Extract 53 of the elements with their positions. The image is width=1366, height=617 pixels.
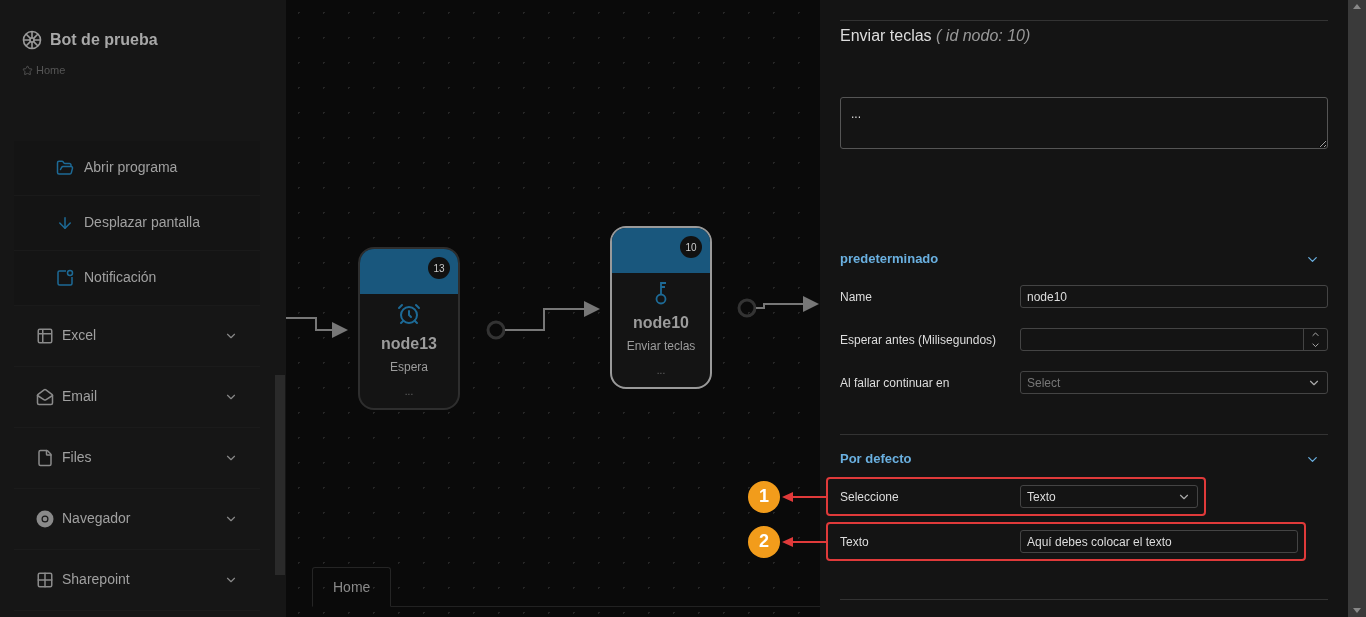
submenu-item[interactable]: Notificación	[14, 250, 260, 306]
tab[interactable]: Home	[312, 567, 392, 607]
field-label: Name	[840, 288, 873, 306]
alarm-clock-icon	[397, 302, 421, 326]
connector	[755, 296, 819, 312]
menu-category[interactable]: Sharepoint	[14, 549, 260, 611]
browser-icon	[36, 509, 54, 528]
field-label: Seleccione	[840, 488, 900, 506]
node-subtitle: Enviar teclas	[625, 338, 697, 355]
node-badge: 13	[428, 257, 450, 279]
submenu-item[interactable]: Desplazar pantalla	[14, 195, 260, 251]
field-label: Al fallar continuar en	[840, 374, 951, 392]
key-icon	[654, 281, 668, 305]
select-field[interactable]: Texto	[1020, 485, 1198, 508]
node-subtitle: Espera	[389, 359, 429, 376]
star-icon	[22, 64, 33, 76]
submenu-item[interactable]: Abrir programa	[14, 140, 260, 196]
node-more: ...	[403, 385, 415, 399]
connector	[286, 317, 348, 338]
scrollbar-track[interactable]	[1348, 0, 1366, 617]
grid-icon	[36, 570, 54, 589]
connector-port[interactable]	[737, 298, 757, 318]
mail-icon	[36, 387, 54, 406]
file-icon	[36, 448, 54, 467]
node-title: node10	[632, 313, 690, 333]
description-field[interactable]: ...	[840, 97, 1328, 149]
menu-category[interactable]: Excel	[14, 305, 260, 367]
section-header[interactable]: predeterminado	[840, 247, 1328, 271]
field-label: Esperar antes (Milisegundos)	[840, 331, 998, 349]
menu-category[interactable]: Files	[14, 427, 260, 489]
menu-category[interactable]: Navegador	[14, 488, 260, 550]
node-title: node13	[380, 334, 438, 354]
flow-node[interactable]: 13 node13 Espera ...	[358, 247, 460, 410]
scroll-up-icon[interactable]	[1353, 4, 1361, 9]
section-header[interactable]: Por defecto	[840, 447, 1328, 471]
scroll-down-icon[interactable]	[1353, 608, 1361, 613]
wheel-icon	[22, 30, 42, 50]
text-field[interactable]: Aquí debes colocar el texto	[1020, 530, 1298, 553]
select-field[interactable]: Select	[1020, 371, 1328, 394]
table-icon	[36, 326, 54, 345]
connector-port[interactable]	[486, 320, 506, 340]
scrollbar-thumb[interactable]	[275, 375, 285, 575]
panel-title: Enviar teclas ( id nodo: 10)	[840, 27, 1031, 44]
app-title: Bot de prueba	[50, 30, 158, 50]
number-field[interactable]	[1020, 328, 1328, 351]
flow-node[interactable]: 10 node10 Enviar teclas ...	[610, 226, 712, 389]
field-label: Texto	[840, 533, 870, 551]
folder-icon	[56, 158, 74, 177]
menu-category[interactable]: Email	[14, 366, 260, 428]
notification-icon	[56, 268, 74, 287]
node-badge: 10	[680, 236, 702, 258]
node-more: ...	[655, 364, 667, 378]
text-field[interactable]: node10	[1020, 285, 1328, 308]
